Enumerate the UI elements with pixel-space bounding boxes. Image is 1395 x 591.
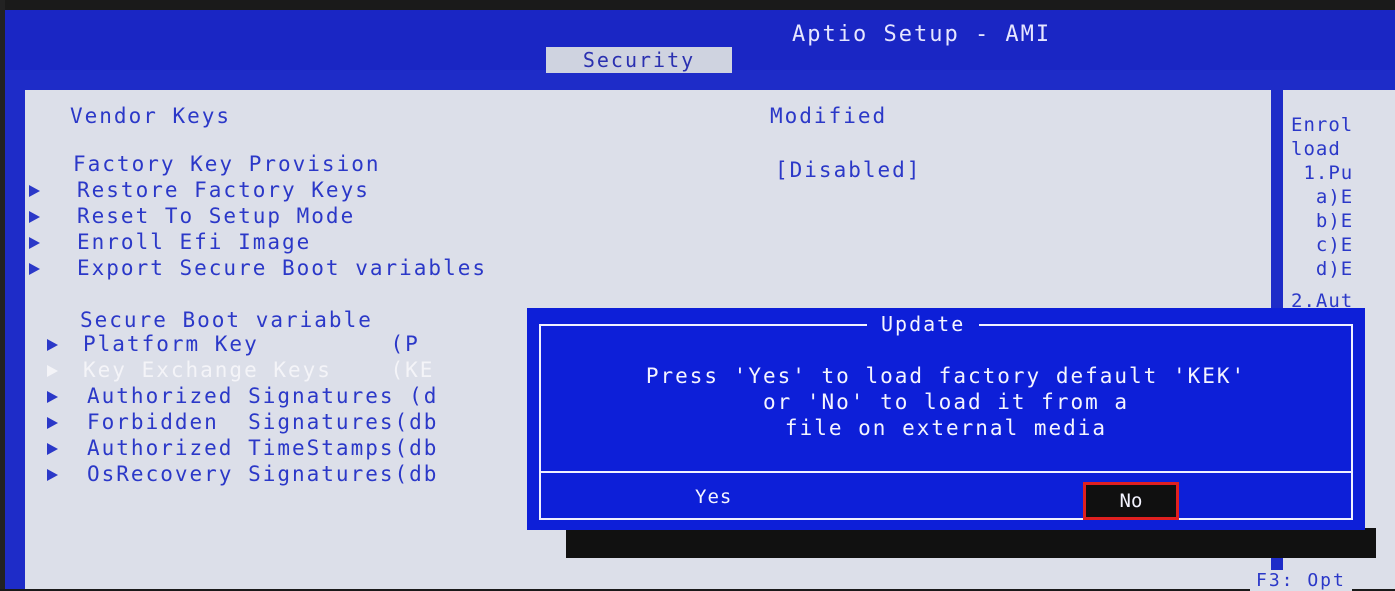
submenu-arrow-icon (47, 469, 58, 481)
tab-security[interactable]: Security (546, 47, 732, 73)
secure-boot-variable-heading: Secure Boot variable (80, 308, 373, 332)
submenu-arrow-icon (47, 391, 58, 403)
menu-item-label: Export Secure Boot variables (77, 256, 488, 280)
help-footer: F3: Opt (1250, 570, 1352, 591)
factory-key-provision-label[interactable]: Factory Key Provision (73, 152, 381, 176)
help-line: load (1291, 138, 1354, 160)
yes-button[interactable]: Yes (695, 486, 732, 508)
help-line: b)E (1291, 210, 1354, 232)
help-line: Enrol (1291, 114, 1354, 136)
submenu-arrow-icon (29, 211, 40, 223)
header-bar: Aptio Setup - AMI Security (0, 10, 1395, 73)
factory-key-provision-value[interactable]: [Disabled] (775, 158, 921, 182)
submenu-arrow-icon (47, 339, 58, 351)
help-line: 1.Pu (1291, 162, 1354, 184)
dialog-message-line: Press 'Yes' to load factory default 'KEK… (645, 364, 1247, 388)
submenu-arrow-icon (29, 263, 40, 275)
sb-item-label: OsRecovery Signatures(db (87, 462, 439, 486)
sb-item-label: Authorized TimeStamps(db (87, 436, 439, 460)
submenu-arrow-icon (29, 185, 40, 197)
submenu-arrow-icon (47, 365, 58, 377)
sb-item-label: Forbidden Signatures(db (87, 410, 439, 434)
dialog-shadow (566, 528, 1376, 558)
dialog-divider (539, 471, 1353, 473)
monitor-bezel (0, 0, 5, 589)
sb-item-label: Key Exchange Keys (KE (83, 358, 435, 382)
no-button[interactable]: No (1083, 482, 1179, 520)
app-title: Aptio Setup - AMI (792, 22, 1052, 47)
submenu-arrow-icon (47, 443, 58, 455)
help-line: d)E (1291, 258, 1354, 280)
dialog-message-line: file on external media (784, 416, 1108, 440)
vendor-keys-label: Vendor Keys (70, 104, 232, 128)
sb-item-label: Authorized Signatures (d (87, 384, 439, 408)
submenu-arrow-icon (47, 417, 58, 429)
dialog-message-line: or 'No' to load it from a (762, 390, 1130, 414)
vendor-keys-value: Modified (770, 104, 888, 128)
help-line: a)E (1291, 186, 1354, 208)
menu-item-label: Reset To Setup Mode (77, 204, 356, 228)
menu-item-label: Enroll Efi Image (77, 230, 312, 254)
help-line: c)E (1291, 234, 1354, 256)
menu-item-label: Restore Factory Keys (77, 178, 370, 202)
dialog-title: Update (867, 312, 980, 336)
sb-item-label: Platform Key (P (83, 332, 420, 356)
submenu-arrow-icon (29, 237, 40, 249)
update-dialog: Update Press 'Yes' to load factory defau… (527, 308, 1365, 530)
